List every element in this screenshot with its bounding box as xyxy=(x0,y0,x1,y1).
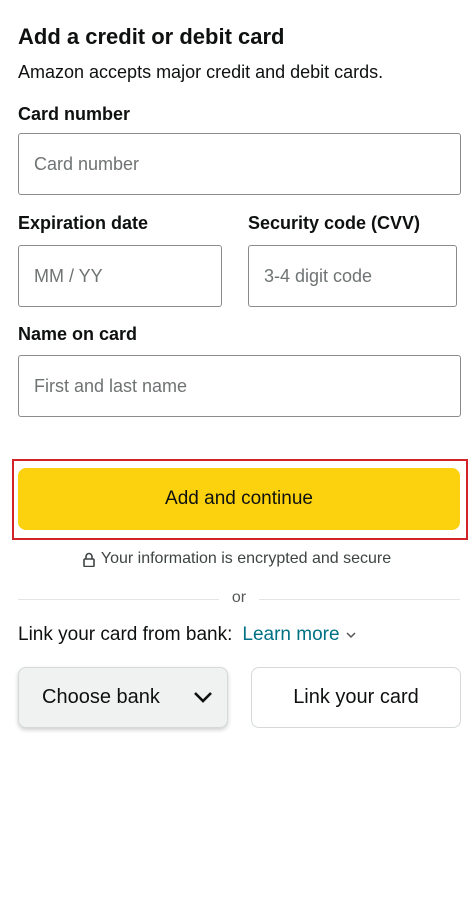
bank-link-row: Link your card from bank: Learn more xyxy=(18,624,356,646)
add-and-continue-button[interactable]: Add and continue xyxy=(18,468,460,530)
page-subtitle: Amazon accepts major credit and debit ca… xyxy=(18,62,384,82)
link-your-card-label: Link your card xyxy=(293,686,419,708)
learn-more-label: Learn more xyxy=(242,624,340,645)
name-on-card-input[interactable] xyxy=(18,355,461,417)
add-and-continue-label: Add and continue xyxy=(165,488,313,509)
security-note: Your information is encrypted and secure xyxy=(0,547,474,571)
expiration-date-input[interactable] xyxy=(18,245,222,307)
security-note-text: Your information is encrypted and secure xyxy=(100,550,392,567)
card-number-input[interactable] xyxy=(18,133,461,195)
choose-bank-label: Choose bank xyxy=(42,686,160,708)
divider-line-right xyxy=(259,599,460,600)
chevron-down-icon xyxy=(193,691,213,704)
divider-or: or xyxy=(231,589,247,606)
divider-line-left xyxy=(18,599,219,600)
card-number-label: Card number xyxy=(18,104,131,124)
bank-link-prompt: Link your card from bank: xyxy=(18,624,233,645)
expiration-date-label: Expiration date xyxy=(18,213,149,233)
chevron-down-icon xyxy=(346,631,356,639)
name-on-card-label: Name on card xyxy=(18,324,138,344)
lock-icon xyxy=(83,552,95,567)
choose-bank-dropdown[interactable]: Choose bank xyxy=(18,667,228,728)
security-code-input[interactable] xyxy=(248,245,457,307)
link-your-card-button[interactable]: Link your card xyxy=(251,667,461,728)
security-code-label: Security code (CVV) xyxy=(248,213,421,233)
page-title: Add a credit or debit card xyxy=(18,24,285,49)
learn-more-link[interactable]: Learn more xyxy=(242,624,356,646)
